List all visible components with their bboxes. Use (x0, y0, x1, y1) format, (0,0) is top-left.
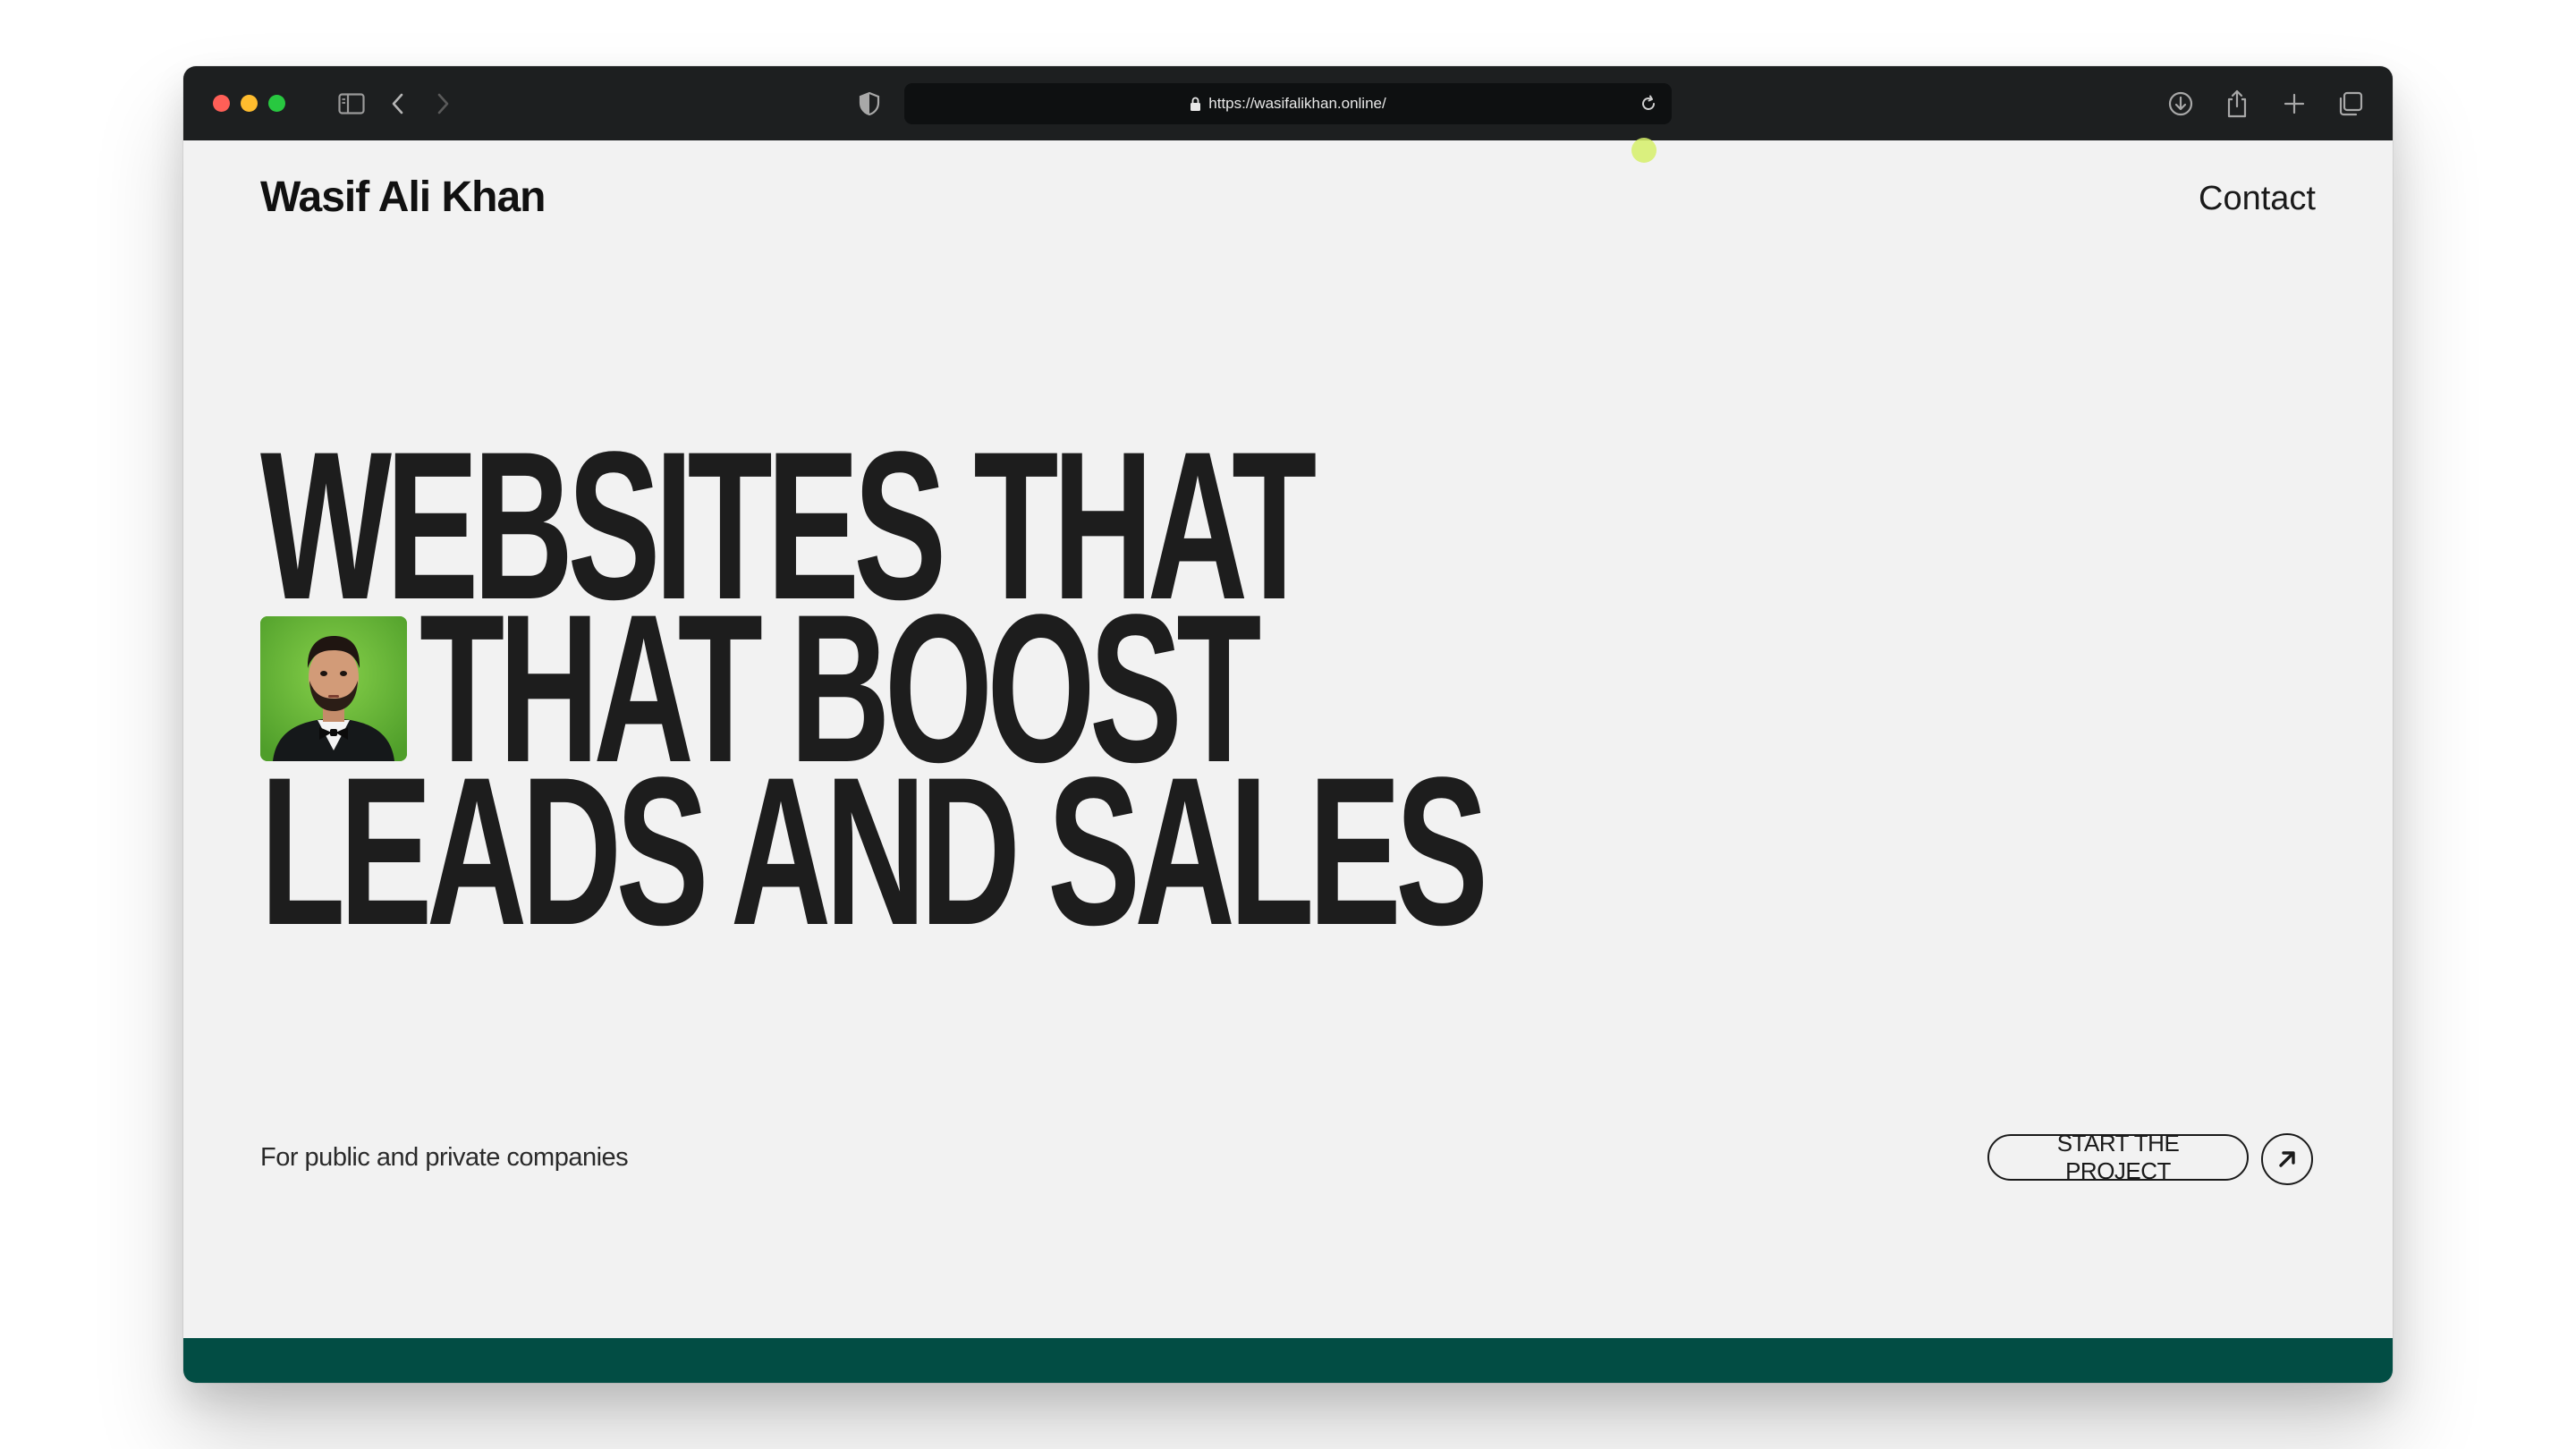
hero-subtitle: For public and private companies (260, 1143, 629, 1172)
hero-heading: WEBSITES THAT THAT BOOST LEADS AND SALES (260, 420, 2112, 970)
address-url: https://wasifalikhan.online/ (1208, 95, 1386, 112)
address-bar[interactable]: https://wasifalikhan.online/ (904, 83, 1672, 124)
cursor-indicator (1631, 138, 1657, 163)
browser-window: https://wasifalikhan.online/ Wasif Ali K… (183, 66, 2393, 1383)
site-logo[interactable]: Wasif Ali Khan (260, 173, 546, 222)
chevron-left-icon[interactable] (380, 86, 416, 122)
hero-line-3: LEADS AND SALES (260, 733, 1488, 970)
close-window-button[interactable] (213, 95, 230, 112)
chevron-right-icon[interactable] (425, 86, 461, 122)
page-content: Wasif Ali Khan Contact WEBSITES THAT THA… (183, 138, 2393, 1383)
sidebar-icon[interactable] (334, 86, 369, 122)
next-section-band (183, 1338, 2393, 1383)
plus-icon[interactable] (2276, 86, 2312, 122)
tabs-icon[interactable] (2333, 86, 2368, 122)
lock-icon (1190, 97, 1201, 112)
maximize-window-button[interactable] (268, 95, 285, 112)
arrow-up-right-icon[interactable] (2261, 1133, 2313, 1185)
browser-toolbar: https://wasifalikhan.online/ (183, 66, 2393, 140)
start-project-button[interactable]: START THE PROJECT (1987, 1130, 2249, 1184)
minimize-window-button[interactable] (241, 95, 258, 112)
reload-icon[interactable] (1632, 88, 1665, 120)
shield-icon[interactable] (852, 86, 887, 122)
share-icon[interactable] (2219, 86, 2255, 122)
download-icon[interactable] (2163, 86, 2199, 122)
nav-contact-link[interactable]: Contact (2199, 180, 2316, 218)
screenshot-stage: https://wasifalikhan.online/ Wasif Ali K… (0, 0, 2576, 1449)
